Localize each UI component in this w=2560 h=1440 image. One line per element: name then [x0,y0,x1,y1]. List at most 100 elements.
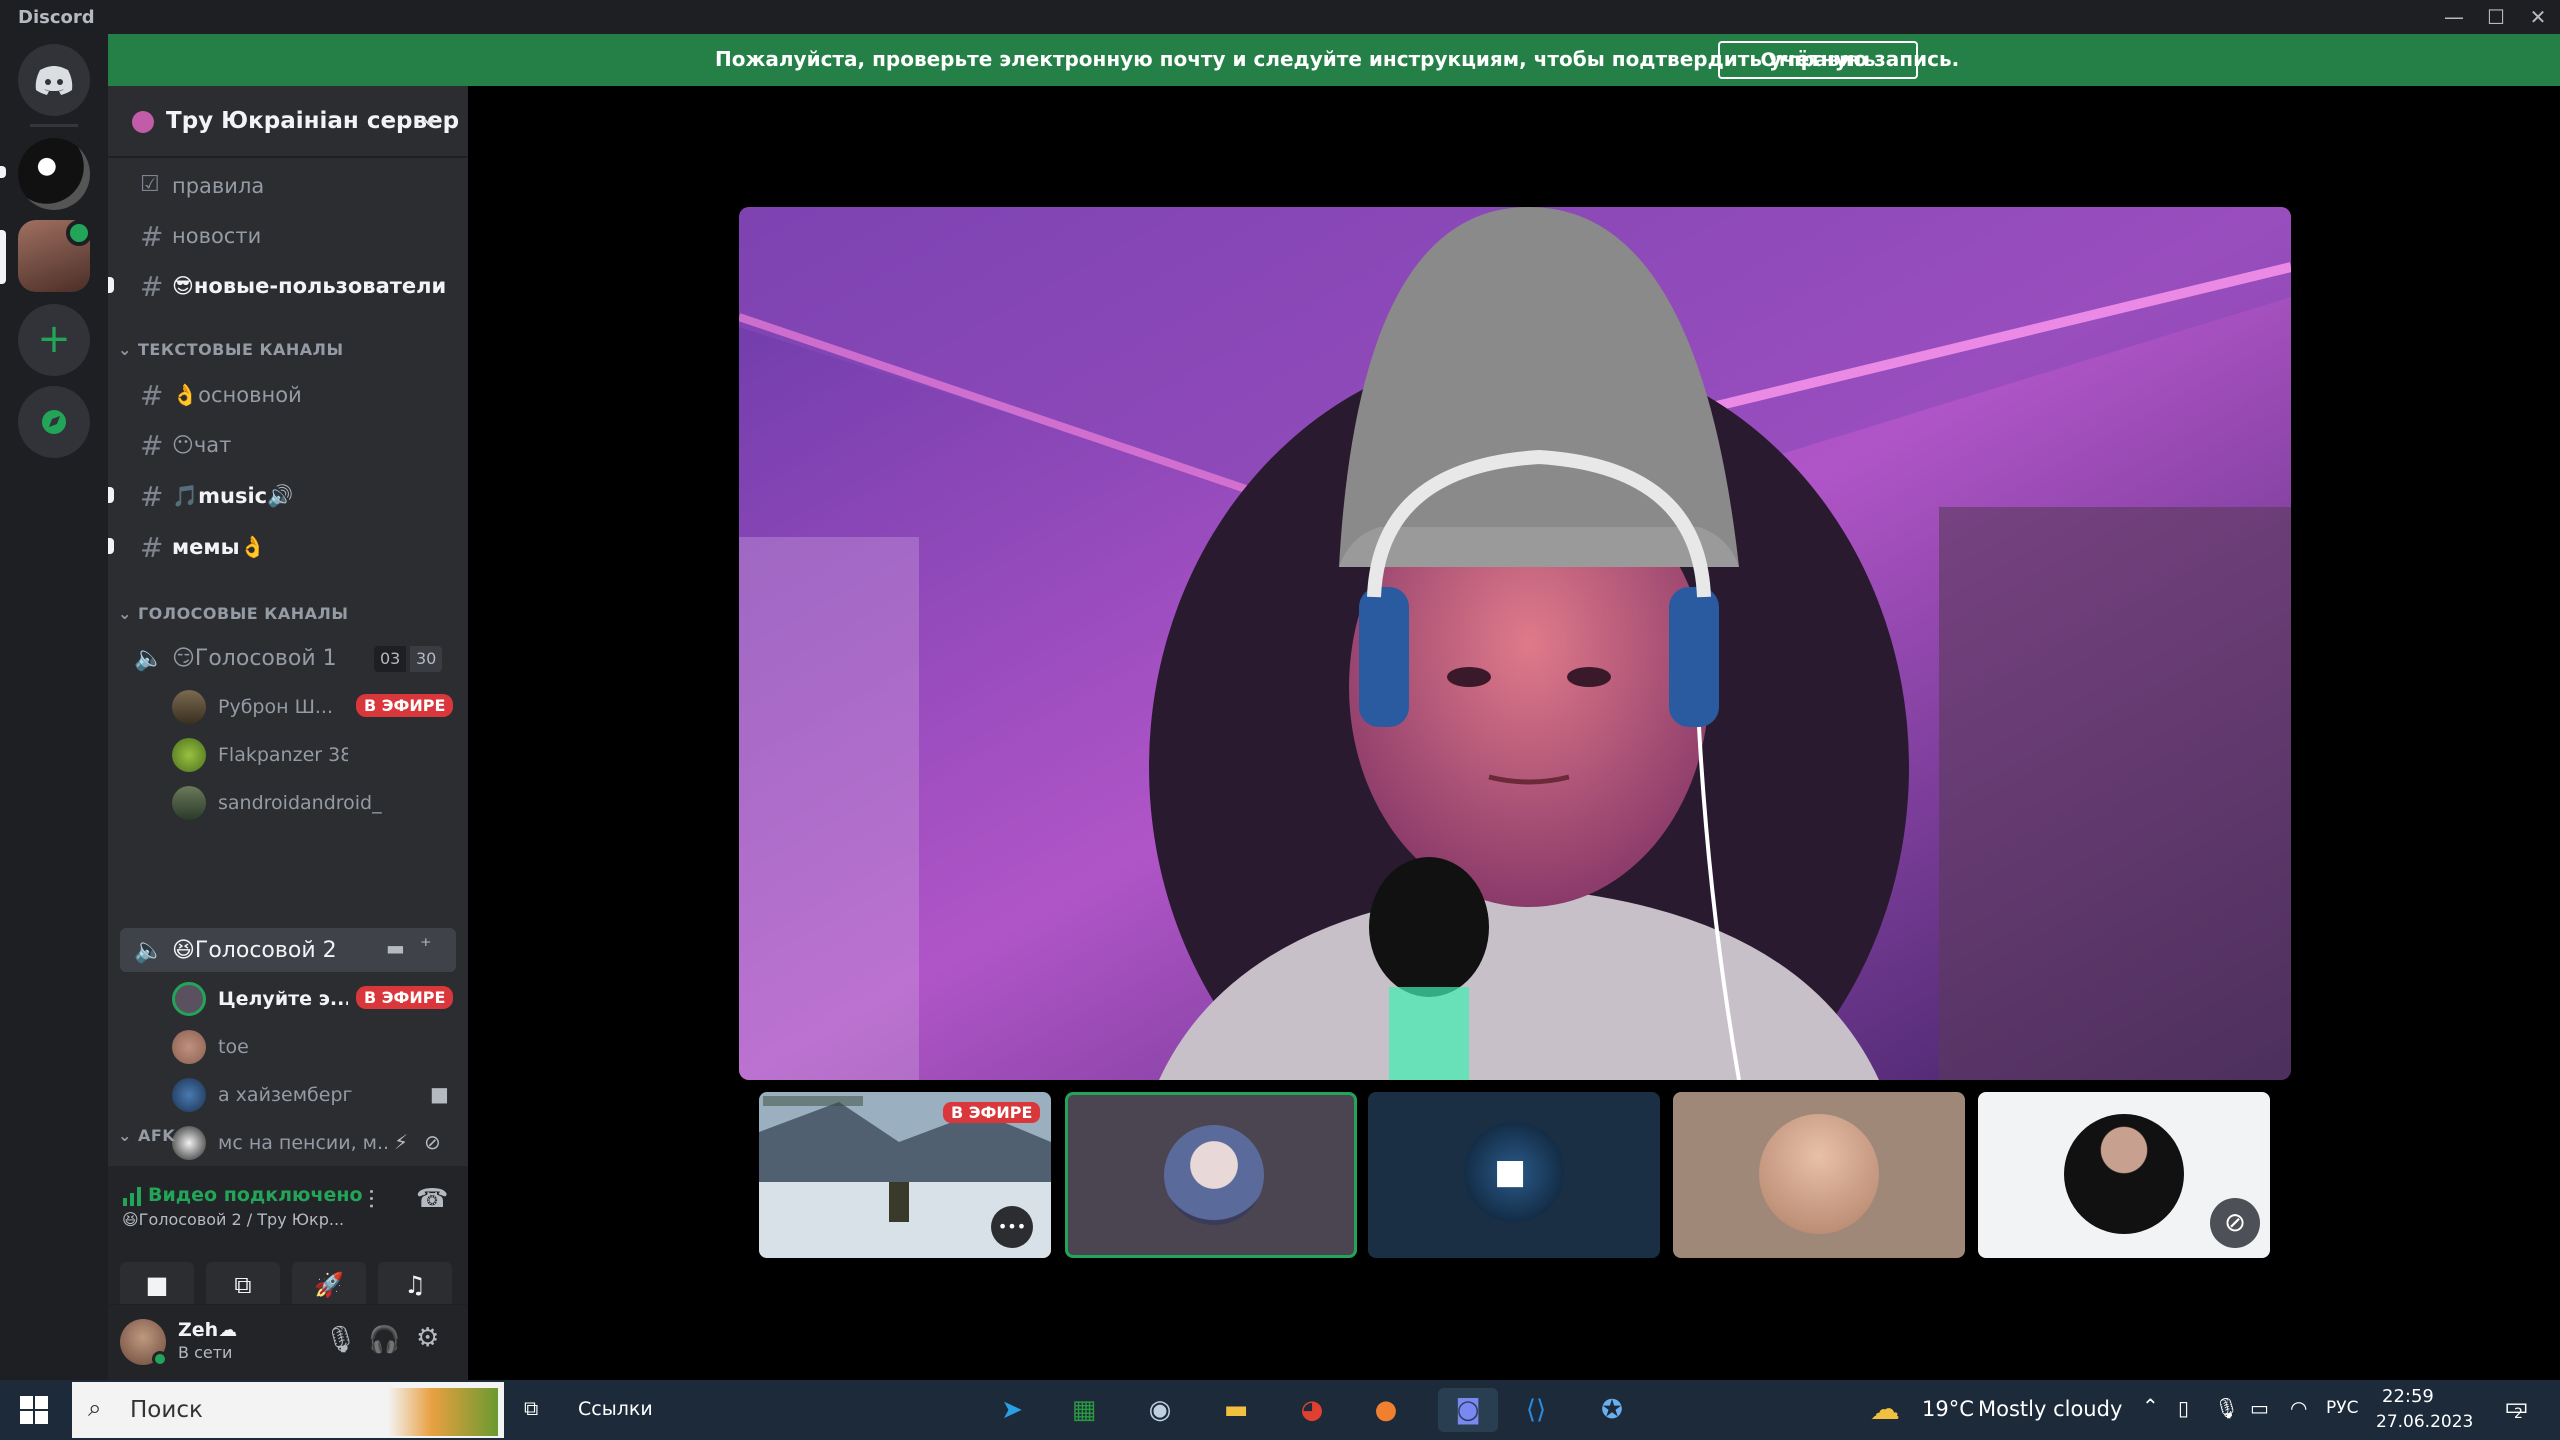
links-toolbar[interactable]: Ссылки [578,1398,653,1420]
headphones-icon[interactable]: 🎧 [368,1325,400,1355]
close-button[interactable]: ✕ [2518,2,2558,32]
voice-channel-2[interactable]: 🔈 😆Голосовой 2 ▬ ⁺ [120,928,456,972]
voice-status[interactable]: Видео подключено [148,1184,363,1206]
taskbar-search[interactable]: ⌕ Поиск [72,1382,504,1438]
fl-studio-icon[interactable]: ● [1364,1388,1408,1432]
voice-channel-1[interactable]: 🔈 😏Голосовой 1 03 30 [120,636,456,680]
discord-taskbar-icon[interactable]: ◙ [1438,1388,1498,1432]
chevron-down-icon[interactable]: ⌄ [418,102,440,132]
channel-label: правила [172,174,265,198]
camera-icon: ■ [430,1082,449,1106]
user-count-badge: 03 [374,646,407,672]
channel-music[interactable]: # 🎵music🔊 [108,474,456,516]
hash-icon: # [140,379,164,412]
channel-label: 👌основной [172,383,302,407]
microphone-icon[interactable]: 🎙 [324,1325,357,1355]
channel-rules[interactable]: ☑ правила [120,164,456,206]
disconnect-icon[interactable]: ☎ [416,1184,448,1214]
maximize-button[interactable]: ☐ [2476,2,2516,32]
category-voice[interactable]: ⌄ ГОЛОСОВЫЕ КАНАЛЫ [118,604,348,623]
explore-icon[interactable] [18,386,90,458]
user-status: В сети [178,1343,233,1362]
activity-button[interactable]: 🚀 [292,1262,366,1308]
muted-mic-icon: ⚡ [394,1130,409,1154]
weather-temp[interactable]: 19°C [1922,1397,1974,1421]
server-rail: + [0,34,108,1380]
soundboard-button[interactable]: ♫ [378,1262,452,1308]
tray-chevron-icon[interactable]: ⌃ [2142,1394,2159,1418]
windows-start-icon[interactable] [20,1396,48,1424]
avatar [172,1078,206,1112]
clock-time[interactable]: 22:59 [2382,1386,2434,1407]
channel-memes[interactable]: # мемы👌 [108,525,456,567]
voice-user[interactable]: Flakpanzer 38 [168,732,458,776]
notification-count: 2 [2514,1406,2523,1422]
server-header[interactable]: Тру Юкраініан сервер ⌄ [108,86,468,158]
voice-user[interactable]: Целуйте э... В ЭФИРЕ [168,976,458,1020]
gear-icon[interactable]: ⚙ [416,1323,439,1353]
voice-user[interactable]: мс на пенсии, м... ⚡ ⊘ [168,1120,458,1164]
category-label: AFK [137,1126,176,1145]
telegram-icon[interactable]: ➤ [990,1388,1034,1432]
participant-tile-officer[interactable]: ⊘ [1978,1092,2270,1258]
more-options-button[interactable]: ••• [991,1206,1033,1248]
tray-mic-icon[interactable]: 🎙 [2214,1396,2239,1420]
resend-button[interactable]: Отправить заново [1718,41,1918,105]
app-store-icon[interactable]: ✪ [1590,1388,1634,1432]
weather-desc[interactable]: Mostly cloudy [1978,1397,2122,1421]
voice-location[interactable]: 😆Голосовой 2 / Тру Юкр... [122,1210,344,1229]
minimize-button[interactable]: — [2434,2,2474,32]
add-server-icon[interactable]: + [18,304,90,376]
voice-user[interactable]: sandroidandroid_ [168,780,458,824]
channel-main[interactable]: # 👌основной [120,373,456,415]
video-active-icon [66,220,92,246]
chrome-icon[interactable]: ◕ [1290,1388,1334,1432]
channel-news[interactable]: # новости [120,214,456,256]
deafened-icon: ⊘ [2210,1198,2260,1248]
clock-date[interactable]: 27.06.2023 [2376,1412,2473,1432]
user-name[interactable]: Zeh☁ [178,1319,237,1341]
category-label: ГОЛОСОВЫЕ КАНАЛЫ [137,604,349,623]
voice-user[interactable]: Руброн Ш... В ЭФИРЕ [168,684,458,728]
language-indicator[interactable]: РУС [2326,1398,2358,1418]
server-icon-1[interactable] [18,138,90,210]
search-icon: ⌕ [88,1394,102,1422]
screen-share-button[interactable]: ⧉ [206,1262,280,1308]
voice-user[interactable]: toe [168,1024,458,1068]
participant-tile-camera[interactable]: ■ [1368,1092,1660,1258]
invite-icon[interactable]: ⁺ [420,934,432,959]
noise-suppression-icon[interactable]: ⫶ [368,1186,375,1217]
user-limit-badge: 30 [410,646,443,672]
main-video-feed[interactable] [739,207,2291,1080]
online-status-icon [152,1351,168,1367]
chat-icon[interactable]: ▬ [386,936,405,960]
spreadsheet-icon[interactable]: ▦ [1062,1388,1106,1432]
channel-label: 🎵music🔊 [172,484,294,508]
live-badge: В ЭФИРЕ [356,694,454,717]
vscode-icon[interactable]: ⟨⟩ [1514,1388,1558,1432]
channel-new-users[interactable]: # 😎новые-пользователи [108,264,456,306]
steam-icon[interactable]: ◉ [1138,1388,1182,1432]
user-name: sandroidandroid_ [218,792,382,814]
voice-user[interactable]: а хайземберг ■ [168,1072,458,1116]
camera-button[interactable]: ■ [120,1262,194,1308]
task-view-icon[interactable]: ⧉ [524,1396,538,1420]
channel-label: 😏Голосовой 1 [172,646,337,671]
user-name: Целуйте э... [218,988,348,1010]
file-explorer-icon[interactable]: ▬ [1214,1388,1258,1432]
category-afk-row[interactable]: ⌄ AFK [118,1126,175,1145]
participant-tile-toe[interactable] [1673,1092,1965,1258]
stream-tile-game[interactable]: В ЭФИРЕ ••• [759,1092,1051,1258]
participant-tile-speaking[interactable] [1065,1092,1357,1258]
wifi-icon[interactable]: ◠ [2290,1396,2307,1420]
channel-chat[interactable]: # 😶чат [120,423,456,465]
user-panel: Zeh☁ В сети 🎙 🎧 ⚙ [108,1304,468,1380]
battery-icon[interactable]: ▭ [2250,1396,2269,1420]
home-button[interactable] [18,44,90,116]
category-text[interactable]: ⌄ ТЕКСТОВЫЕ КАНАЛЫ [118,340,344,359]
user-name: toe [218,1036,249,1058]
channel-label: новости [172,224,262,248]
title-bar: Discord — ☐ ✕ [0,0,2560,34]
tray-device-icon[interactable]: ▯ [2178,1396,2189,1420]
speaker-icon: 🔈 [134,644,164,672]
